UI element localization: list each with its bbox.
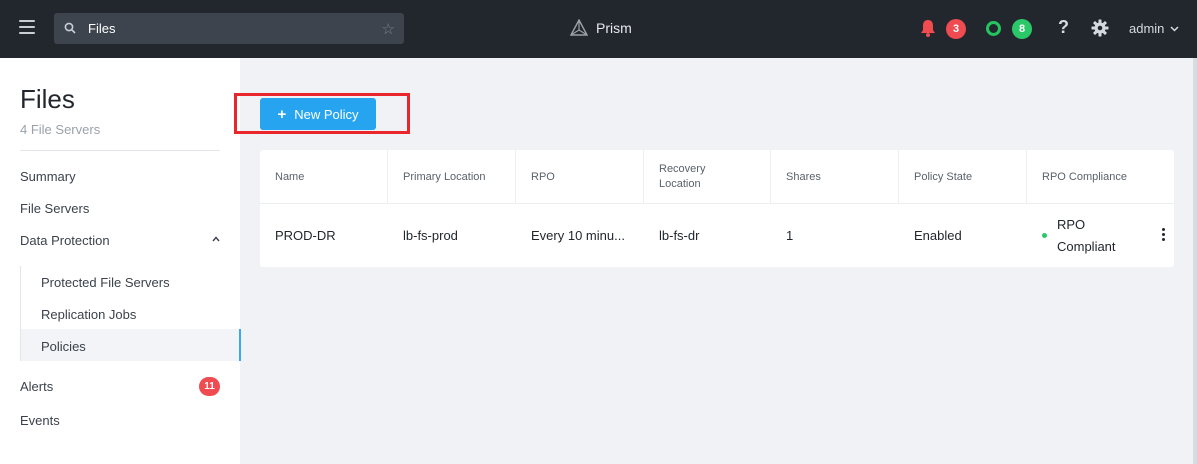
page-title: Files <box>20 84 75 114</box>
cell-shares: 1 <box>786 228 794 243</box>
health-count-badge[interactable]: 8 <box>1012 19 1032 39</box>
column-header-name[interactable]: Name <box>260 150 388 204</box>
chevron-down-icon <box>1170 25 1179 32</box>
gear-icon[interactable] <box>1091 19 1109 37</box>
sidebar-item-data-protection[interactable]: Data Protection <box>20 233 110 248</box>
cell-recovery-location: lb-fs-dr <box>659 228 700 243</box>
highlight-annotation <box>234 93 410 134</box>
sidebar-item-policies[interactable]: Policies <box>41 339 86 354</box>
user-name: admin <box>1129 21 1165 36</box>
search-input[interactable] <box>88 13 368 44</box>
column-header-rpo[interactable]: RPO <box>516 150 644 204</box>
sidebar-item-file-servers[interactable]: File Servers <box>20 201 89 216</box>
column-header-shares[interactable]: Shares <box>771 150 899 204</box>
bell-icon[interactable] <box>919 18 937 38</box>
sidebar-item-protected-file-servers[interactable]: Protected File Servers <box>41 275 170 290</box>
table-header: Name Primary Location RPO Recovery Locat… <box>260 150 1174 204</box>
brand-name: Prism <box>596 20 632 36</box>
chevron-up-icon[interactable] <box>212 236 220 242</box>
sidebar-item-alerts[interactable]: Alerts <box>20 379 53 394</box>
alerts-count-badge[interactable]: 3 <box>946 19 966 39</box>
top-navigation-bar: ☆ Prism 3 8 ? admin <box>0 0 1197 58</box>
column-header-policy-state[interactable]: Policy State <box>899 150 1027 204</box>
data-protection-submenu: Protected File Servers Replication Jobs … <box>20 266 241 361</box>
row-actions-icon[interactable] <box>1162 228 1166 243</box>
column-header-primary-location[interactable]: Primary Location <box>388 150 516 204</box>
search-bar[interactable]: ☆ <box>54 13 404 44</box>
sidebar: Files 4 File Servers Summary File Server… <box>0 58 241 464</box>
column-header-rpo-compliance[interactable]: RPO Compliance <box>1027 150 1174 204</box>
search-icon <box>64 22 76 34</box>
file-server-count: 4 File Servers <box>20 122 101 137</box>
table-row[interactable]: PROD-DR lb-fs-prod Every 10 minu... lb-f… <box>260 204 1174 267</box>
sidebar-item-events[interactable]: Events <box>20 413 60 428</box>
column-header-recovery-location[interactable]: Recovery Location <box>644 150 771 204</box>
scrollbar[interactable] <box>1193 58 1197 464</box>
user-menu[interactable]: admin <box>1129 21 1179 36</box>
cell-rpo-compliance: RPO Compliant <box>1027 204 1147 267</box>
divider <box>20 150 220 151</box>
sidebar-item-replication-jobs[interactable]: Replication Jobs <box>41 307 136 322</box>
rpo-compliance-status: RPO Compliant <box>1057 216 1116 254</box>
cell-rpo: Every 10 minu... <box>531 228 625 243</box>
health-ring-icon[interactable] <box>986 21 1001 36</box>
cell-name[interactable]: PROD-DR <box>260 204 388 267</box>
prism-logo-icon <box>570 19 588 36</box>
star-icon[interactable]: ☆ <box>382 20 395 38</box>
menu-icon[interactable] <box>19 20 35 34</box>
cell-primary-location: lb-fs-prod <box>403 228 458 243</box>
policies-table: Name Primary Location RPO Recovery Locat… <box>260 150 1174 267</box>
cell-policy-state: Enabled <box>914 228 962 243</box>
sidebar-item-summary[interactable]: Summary <box>20 169 76 184</box>
status-dot-icon <box>1042 233 1047 238</box>
brand: Prism <box>570 17 632 39</box>
alerts-badge: 11 <box>199 377 220 396</box>
help-icon[interactable]: ? <box>1058 17 1069 38</box>
